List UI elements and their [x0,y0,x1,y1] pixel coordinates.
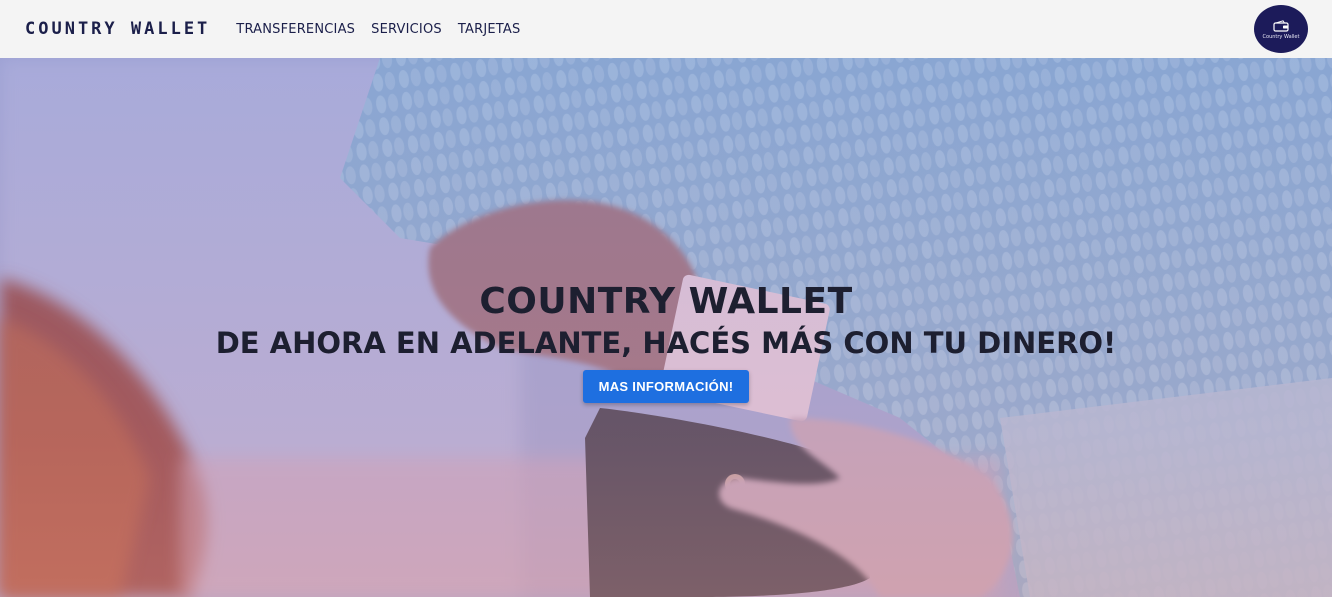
nav-link-transferencias[interactable]: TRANSFERENCIAS [236,22,363,37]
wallet-icon [1273,20,1289,32]
logo-badge[interactable]: Country Wallet [1254,5,1308,53]
brand-link[interactable]: COUNTRY WALLET [25,19,210,39]
hero-banner: COUNTRY WALLET DE AHORA EN ADELANTE, HAC… [0,58,1332,597]
logo-text: Country Wallet [1262,34,1300,40]
nav-link-tarjetas[interactable]: TARJETAS [450,22,529,37]
hero-title: COUNTRY WALLET [479,280,853,322]
hero-content: COUNTRY WALLET DE AHORA EN ADELANTE, HAC… [0,58,1332,597]
navbar: COUNTRY WALLET TRANSFERENCIAS SERVICIOS … [0,0,1332,58]
nav-links: TRANSFERENCIAS SERVICIOS TARJETAS [236,22,528,37]
nav-link-servicios[interactable]: SERVICIOS [363,22,450,37]
more-info-button[interactable]: MAS INFORMACIÓN! [582,369,750,403]
hero-subtitle: DE AHORA EN ADELANTE, HACÉS MÁS CON TU D… [215,325,1117,360]
